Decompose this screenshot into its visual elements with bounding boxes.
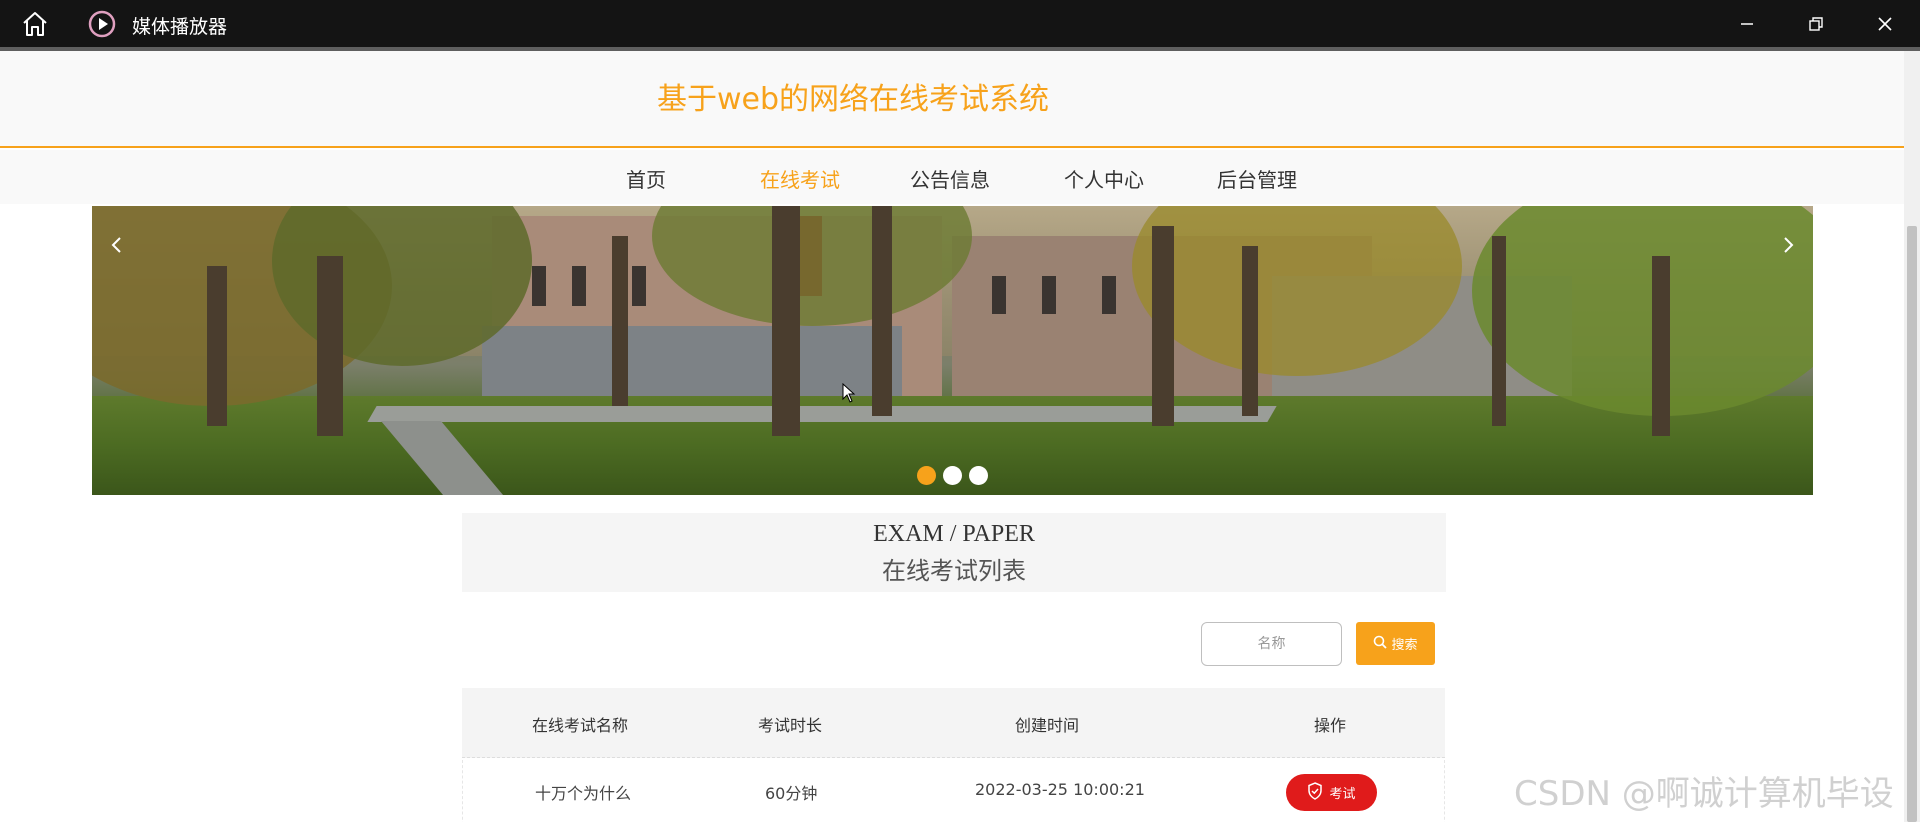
window-titlebar: 媒体播放器 bbox=[0, 0, 1920, 47]
carousel-dot-2[interactable] bbox=[943, 466, 962, 485]
shield-check-icon bbox=[1307, 781, 1323, 804]
site-header: 基于web的网络在线考试系统 bbox=[0, 51, 1904, 148]
banner-carousel[interactable] bbox=[92, 206, 1813, 495]
take-exam-button[interactable]: 考试 bbox=[1286, 774, 1377, 811]
nav-item-personal-center[interactable]: 个人中心 bbox=[1064, 164, 1144, 193]
table-header: 在线考试名称 考试时长 创建时间 操作 bbox=[462, 688, 1445, 758]
nav-item-admin[interactable]: 后台管理 bbox=[1217, 164, 1297, 193]
cell-created-time: 2022-03-25 10:00:21 bbox=[975, 780, 1145, 799]
table-row: 十万个为什么 60分钟 2022-03-25 10:00:21 考试 bbox=[462, 760, 1445, 822]
carousel-next-icon[interactable] bbox=[1773, 230, 1803, 260]
search-button[interactable]: 搜索 bbox=[1356, 622, 1435, 665]
restore-button[interactable] bbox=[1781, 0, 1851, 47]
section-heading: EXAM / PAPER 在线考试列表 bbox=[462, 513, 1446, 592]
cell-duration: 60分钟 bbox=[765, 784, 818, 803]
csdn-watermark: CSDN @啊诚计算机毕设 bbox=[1514, 774, 1894, 814]
section-title-en: EXAM / PAPER bbox=[873, 521, 1035, 547]
nav-item-home[interactable]: 首页 bbox=[626, 164, 666, 193]
close-button[interactable] bbox=[1850, 0, 1920, 47]
carousel-prev-icon[interactable] bbox=[102, 230, 132, 260]
main-nav: 首页 在线考试 公告信息 个人中心 后台管理 bbox=[0, 150, 1904, 204]
nav-item-announcements[interactable]: 公告信息 bbox=[910, 164, 990, 193]
take-exam-label: 考试 bbox=[1329, 787, 1356, 802]
media-player-logo-icon bbox=[88, 10, 116, 38]
web-page: 基于web的网络在线考试系统 首页 在线考试 公告信息 个人中心 后台管理 EX… bbox=[0, 47, 1920, 822]
carousel-dot-3[interactable] bbox=[969, 466, 988, 485]
window-title: 媒体播放器 bbox=[132, 16, 228, 38]
minimize-button[interactable] bbox=[1712, 0, 1782, 47]
scrollbar-thumb[interactable] bbox=[1907, 226, 1917, 822]
mouse-cursor-icon bbox=[842, 382, 856, 408]
column-header-action: 操作 bbox=[1314, 716, 1347, 735]
home-icon[interactable] bbox=[20, 10, 50, 38]
section-title-cn: 在线考试列表 bbox=[882, 557, 1026, 585]
column-header-name: 在线考试名称 bbox=[532, 716, 629, 735]
search-button-label: 搜索 bbox=[1391, 638, 1418, 653]
vertical-scrollbar[interactable] bbox=[1904, 51, 1920, 822]
cell-exam-name: 十万个为什么 bbox=[535, 784, 632, 803]
nav-item-online-exam[interactable]: 在线考试 bbox=[760, 164, 840, 193]
column-header-created: 创建时间 bbox=[1015, 716, 1080, 735]
search-input[interactable] bbox=[1201, 622, 1342, 666]
column-header-duration: 考试时长 bbox=[758, 716, 823, 735]
search-icon bbox=[1373, 635, 1388, 653]
carousel-dot-1[interactable] bbox=[917, 466, 936, 485]
site-title: 基于web的网络在线考试系统 bbox=[657, 82, 1050, 117]
